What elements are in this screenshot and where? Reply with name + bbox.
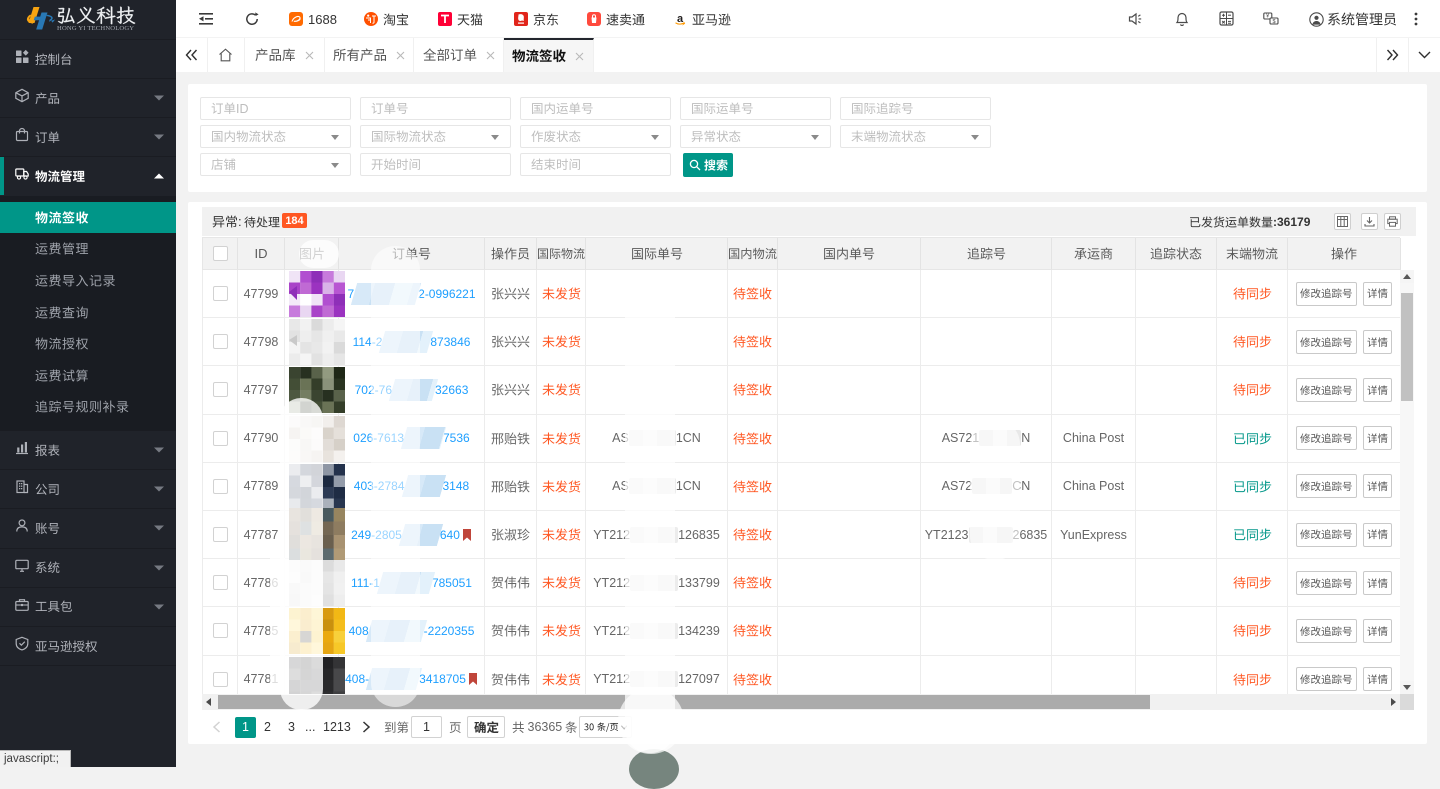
svg-text:$: $: [1272, 19, 1275, 25]
